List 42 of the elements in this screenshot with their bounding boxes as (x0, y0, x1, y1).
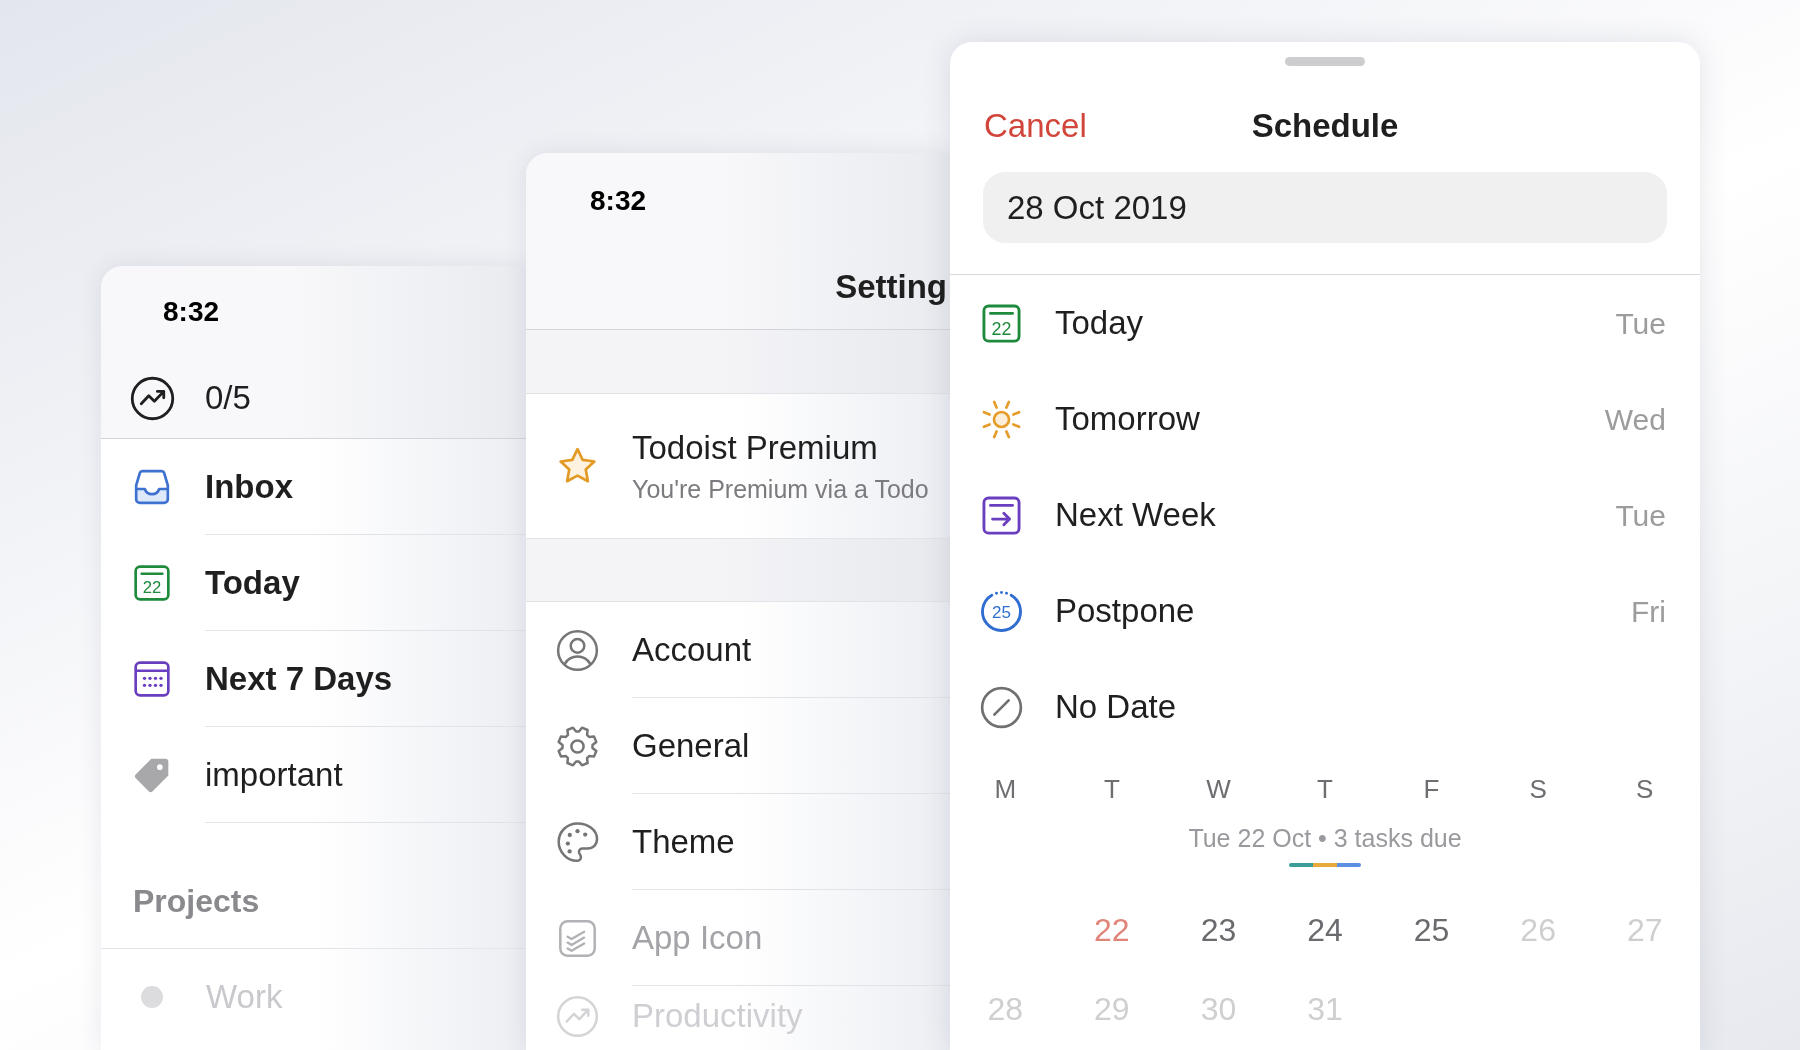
schedule-option[interactable]: Next Week (1055, 490, 1216, 540)
settings-icon (556, 724, 599, 768)
nav-item[interactable]: Inbox (101, 439, 526, 535)
weekday-label: F (1423, 772, 1440, 806)
slash-circle-icon (980, 685, 1023, 729)
weekday-label: T (1317, 772, 1333, 806)
calendar-icon: 22 (132, 563, 172, 603)
due-summary: Tue 22 Oct • 3 tasks due (1188, 823, 1462, 855)
palette-icon (556, 820, 599, 864)
sheet-title: Schedule (1251, 106, 1399, 147)
schedule-option[interactable]: Today (1055, 298, 1144, 348)
status-time: 8:32 (590, 184, 647, 218)
schedule-option[interactable]: No Date (1055, 682, 1177, 732)
weekday-label: S (1529, 772, 1547, 806)
calendar-grid-icon (132, 659, 172, 699)
option-day: Fri (1631, 588, 1666, 634)
weekday-label: M (994, 772, 1017, 806)
calendar-day[interactable]: 24 (1307, 906, 1343, 954)
karma-count: 0/5 (205, 378, 251, 419)
status-time: 8:32 (163, 295, 220, 329)
weekday-label: T (1103, 772, 1120, 806)
schedule-option[interactable]: Postpone (1055, 586, 1195, 636)
trend-circle-icon (130, 375, 175, 421)
schedule-option[interactable]: Tomorrow (1055, 394, 1200, 444)
nav-item[interactable]: important (101, 727, 526, 823)
calendar-day[interactable]: 25 (1413, 906, 1450, 954)
user-circle-icon (556, 628, 599, 672)
weekday-label: S (1636, 772, 1654, 806)
cancel-button[interactable]: Cancel (984, 101, 1087, 151)
premium-title[interactable]: Todoist Premium (632, 428, 929, 468)
calendar-day[interactable]: 23 (1200, 906, 1237, 954)
option-day: Wed (1604, 396, 1666, 442)
inbox-tray-icon (132, 467, 172, 507)
date-input[interactable]: 28 Oct 2019 (983, 172, 1667, 243)
trend-circle-icon (556, 994, 599, 1038)
option-day: Tue (1615, 492, 1666, 538)
drag-handle[interactable] (1285, 57, 1365, 66)
screen-title: Setting (835, 267, 947, 308)
weekday-label: W (1206, 772, 1231, 806)
premium-subtitle: You're Premium via a Todo (632, 474, 929, 504)
option-day: Tue (1615, 300, 1666, 346)
section-heading: Projects (133, 881, 260, 921)
